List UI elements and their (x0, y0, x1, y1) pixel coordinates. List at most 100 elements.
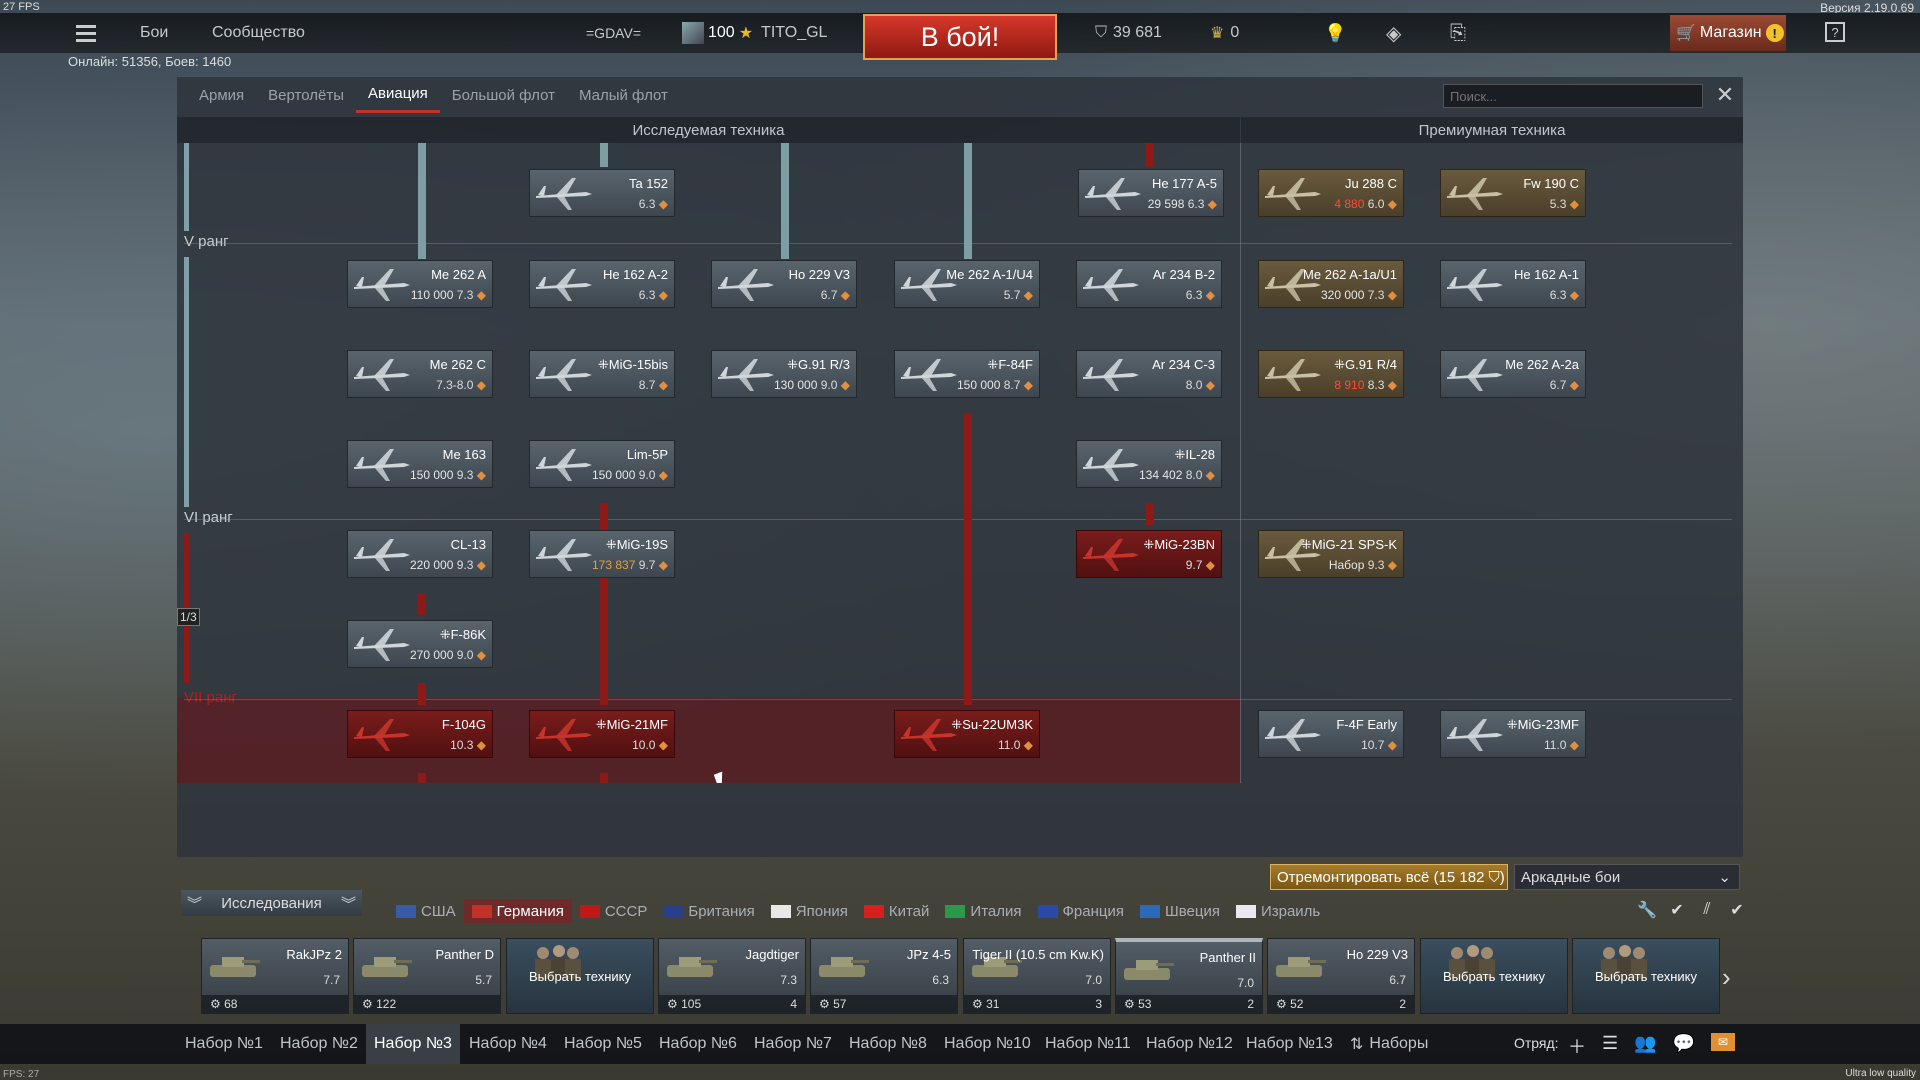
nation-tab[interactable]: Франция (1030, 899, 1132, 923)
vehicle-card[interactable]: He 162 A-2 6.3 ◆ (529, 260, 675, 308)
vehicle-card[interactable]: ⁜IL-28 134 402 8.0 ◆ (1076, 440, 1222, 488)
mail-icon[interactable]: ✉ (1710, 1033, 1735, 1051)
crew-slot[interactable]: Panther D 5.7 ⚙ 122 (353, 938, 501, 1014)
to-battle-button[interactable]: В бой! (863, 14, 1057, 60)
vehicle-card[interactable]: CL-13 220 000 9.3 ◆ (347, 530, 493, 578)
crew-slot[interactable]: RakJPz 2 7.7 ⚙ 68 (201, 938, 349, 1014)
preset-tab[interactable]: Набор №10 (944, 1024, 1031, 1064)
vehicle-card[interactable]: ⁜Su-22UM3K 11.0 ◆ (894, 710, 1040, 758)
preset-tab[interactable]: Набор №3 (366, 1024, 460, 1064)
preset-tab[interactable]: Набор №2 (280, 1024, 358, 1064)
vehicle-card[interactable]: Me 262 A-2a 6.7 ◆ (1440, 350, 1586, 398)
tab-branch[interactable]: Большой флот (440, 79, 567, 112)
vehicle-card[interactable]: F-104G 10.3 ◆ (347, 710, 493, 758)
preset-tab[interactable]: Набор №1 (185, 1024, 263, 1064)
ticket-icon[interactable]: ⎘ (1450, 13, 1466, 53)
game-mode-select[interactable]: Аркадные бои ⌄ (1514, 864, 1740, 890)
vehicle-card[interactable]: Ar 234 B-2 6.3 ◆ (1076, 260, 1222, 308)
vehicle-card[interactable]: F-4F Early 10.7 ◆ (1258, 710, 1404, 758)
nation-tab[interactable]: Израиль (1228, 899, 1328, 923)
preset-tab[interactable]: Набор №13 (1246, 1024, 1333, 1064)
repair-all-button[interactable]: Отремонтировать всё (15 182 ⛉) (1270, 864, 1508, 890)
nation-tab[interactable]: Италия (937, 899, 1029, 923)
slot-battle-rating: 7.7 (323, 973, 340, 987)
vehicle-card[interactable]: ⁜MiG-15bis 8.7 ◆ (529, 350, 675, 398)
preset-tab[interactable]: Набор №12 (1146, 1024, 1233, 1064)
vehicle-card[interactable]: ⁜MiG-23BN 9.7 ◆ (1076, 530, 1222, 578)
crew-slot[interactable]: Выбрать технику (1572, 938, 1720, 1014)
vehicle-card[interactable]: Me 262 A-1a/U1 320 000 7.3 ◆ (1258, 260, 1404, 308)
list-icon[interactable]: ☰ (1602, 1033, 1618, 1059)
vehicle-card[interactable]: Me 163 150 000 9.3 ◆ (347, 440, 493, 488)
crew-slot[interactable]: Выбрать технику (1420, 938, 1568, 1014)
player-info[interactable]: 100 ★ TITO_GL (682, 13, 827, 53)
shop-button[interactable]: 🛒 Магазин ! (1670, 15, 1786, 51)
nation-tab[interactable]: Китай (856, 899, 938, 923)
vehicle-card[interactable]: Lim-5P 150 000 9.0 ◆ (529, 440, 675, 488)
nation-tab[interactable]: Швеция (1132, 899, 1228, 923)
check-icon[interactable]: ✔ (1726, 899, 1748, 921)
crew-slot[interactable]: Выбрать технику (506, 938, 654, 1014)
slot-battle-rating: 5.7 (475, 973, 492, 987)
nation-tab[interactable]: Япония (763, 899, 856, 923)
vehicle-card[interactable]: ⁜G.91 R/3 130 000 9.0 ◆ (711, 350, 857, 398)
locked-rank-zone (177, 698, 1240, 783)
crew-slot[interactable]: Jagdtiger 7.3 ⚙ 105 4 (658, 938, 806, 1014)
preset-tab[interactable]: Набор №6 (659, 1024, 737, 1064)
help-button[interactable]: ? (1825, 22, 1845, 42)
tech-tree[interactable]: V ранг VI ранг 1/3 VII ранг Ta 152 6.3 ◆ H… (177, 143, 1743, 783)
repair-all-icon[interactable]: ⫽ (1696, 899, 1718, 921)
chat-icon[interactable]: 💬 (1673, 1033, 1695, 1059)
vehicle-card[interactable]: Ju 288 C 4 880 6.0 ◆ (1258, 169, 1404, 217)
vehicle-card[interactable]: ⁜F-86K 270 000 9.0 ◆ (347, 620, 493, 668)
aircraft-icon (1447, 269, 1503, 301)
vehicle-card[interactable]: Ar 234 C-3 8.0 ◆ (1076, 350, 1222, 398)
preset-tab[interactable]: Набор №4 (469, 1024, 547, 1064)
diamond-icon[interactable]: ◈ (1386, 13, 1401, 53)
wrench-icon[interactable]: 🔧 (1636, 899, 1658, 921)
preset-tab[interactable]: Набор №11 (1045, 1024, 1131, 1064)
plus-icon[interactable]: ＋ (1568, 1033, 1586, 1059)
menu-icon[interactable] (74, 13, 98, 53)
crew-slot[interactable]: Panther II 7.0 ⚙ 53 2 (1115, 938, 1263, 1014)
nation-tab[interactable]: СССР (572, 899, 656, 923)
vehicle-card[interactable]: He 177 A-5 29 598 6.3 ◆ (1078, 169, 1224, 217)
bulb-icon[interactable]: 💡 (1324, 13, 1346, 53)
tab-branch[interactable]: Вертолёты (256, 79, 356, 112)
preset-tab[interactable]: Набор №5 (564, 1024, 642, 1064)
chevron-right-icon[interactable]: › (1722, 962, 1731, 993)
nation-tab[interactable]: Германия (463, 899, 572, 923)
preset-tab[interactable]: Набор №7 (754, 1024, 832, 1064)
vehicle-card[interactable]: He 162 A-1 6.3 ◆ (1440, 260, 1586, 308)
all-presets-button[interactable]: ⇅ Наборы (1350, 1024, 1428, 1064)
vehicle-card[interactable]: ⁜MiG-23MF 11.0 ◆ (1440, 710, 1586, 758)
nation-tab[interactable]: США (388, 899, 464, 923)
vehicle-card[interactable]: Me 262 A 110 000 7.3 ◆ (347, 260, 493, 308)
crew-slot[interactable]: Tiger II (10.5 cm Kw.K) 7.0 ⚙ 31 3 (963, 938, 1111, 1014)
vehicle-card[interactable]: Me 262 A-1/U4 5.7 ◆ (894, 260, 1040, 308)
check-icon[interactable]: ✔ (1666, 899, 1688, 921)
vehicle-card[interactable]: Fw 190 C 5.3 ◆ (1440, 169, 1586, 217)
friends-icon[interactable]: 👥 (1634, 1033, 1656, 1059)
crew-level: 57 (833, 997, 847, 1011)
close-icon[interactable]: ✕ (1713, 82, 1737, 107)
nation-tab[interactable]: Британия (655, 899, 762, 923)
search-input[interactable] (1443, 84, 1703, 108)
vehicle-card[interactable]: Ta 152 6.3 ◆ (529, 169, 675, 217)
vehicle-card[interactable]: ⁜G.91 R/4 8 910 8.3 ◆ (1258, 350, 1404, 398)
preset-tab[interactable]: Набор №8 (849, 1024, 927, 1064)
research-toggle[interactable]: ︾ Исследования ︾ (181, 890, 362, 916)
tab-branch[interactable]: Авиация (356, 77, 440, 113)
vehicle-card[interactable]: Me 262 C 7.3-8.0 ◆ (347, 350, 493, 398)
battles-menu[interactable]: Бои (140, 13, 168, 53)
tab-branch[interactable]: Малый флот (567, 79, 680, 112)
crew-slot[interactable]: JPz 4-5 6.3 ⚙ 57 (810, 938, 958, 1014)
crew-slot[interactable]: Ho 229 V3 6.7 ⚙ 52 2 (1267, 938, 1415, 1014)
vehicle-card[interactable]: Ho 229 V3 6.7 ◆ (711, 260, 857, 308)
vehicle-card[interactable]: ⁜F-84F 150 000 8.7 ◆ (894, 350, 1040, 398)
tab-branch[interactable]: Армия (187, 79, 256, 112)
vehicle-card[interactable]: ⁜MiG-21MF 10.0 ◆ (529, 710, 675, 758)
community-menu[interactable]: Сообщество (212, 13, 305, 53)
vehicle-card[interactable]: ⁜MiG-19S 173 837 9.7 ◆ (529, 530, 675, 578)
vehicle-card[interactable]: ⁜MiG-21 SPS-K Набор 9.3 ◆ (1258, 530, 1404, 578)
